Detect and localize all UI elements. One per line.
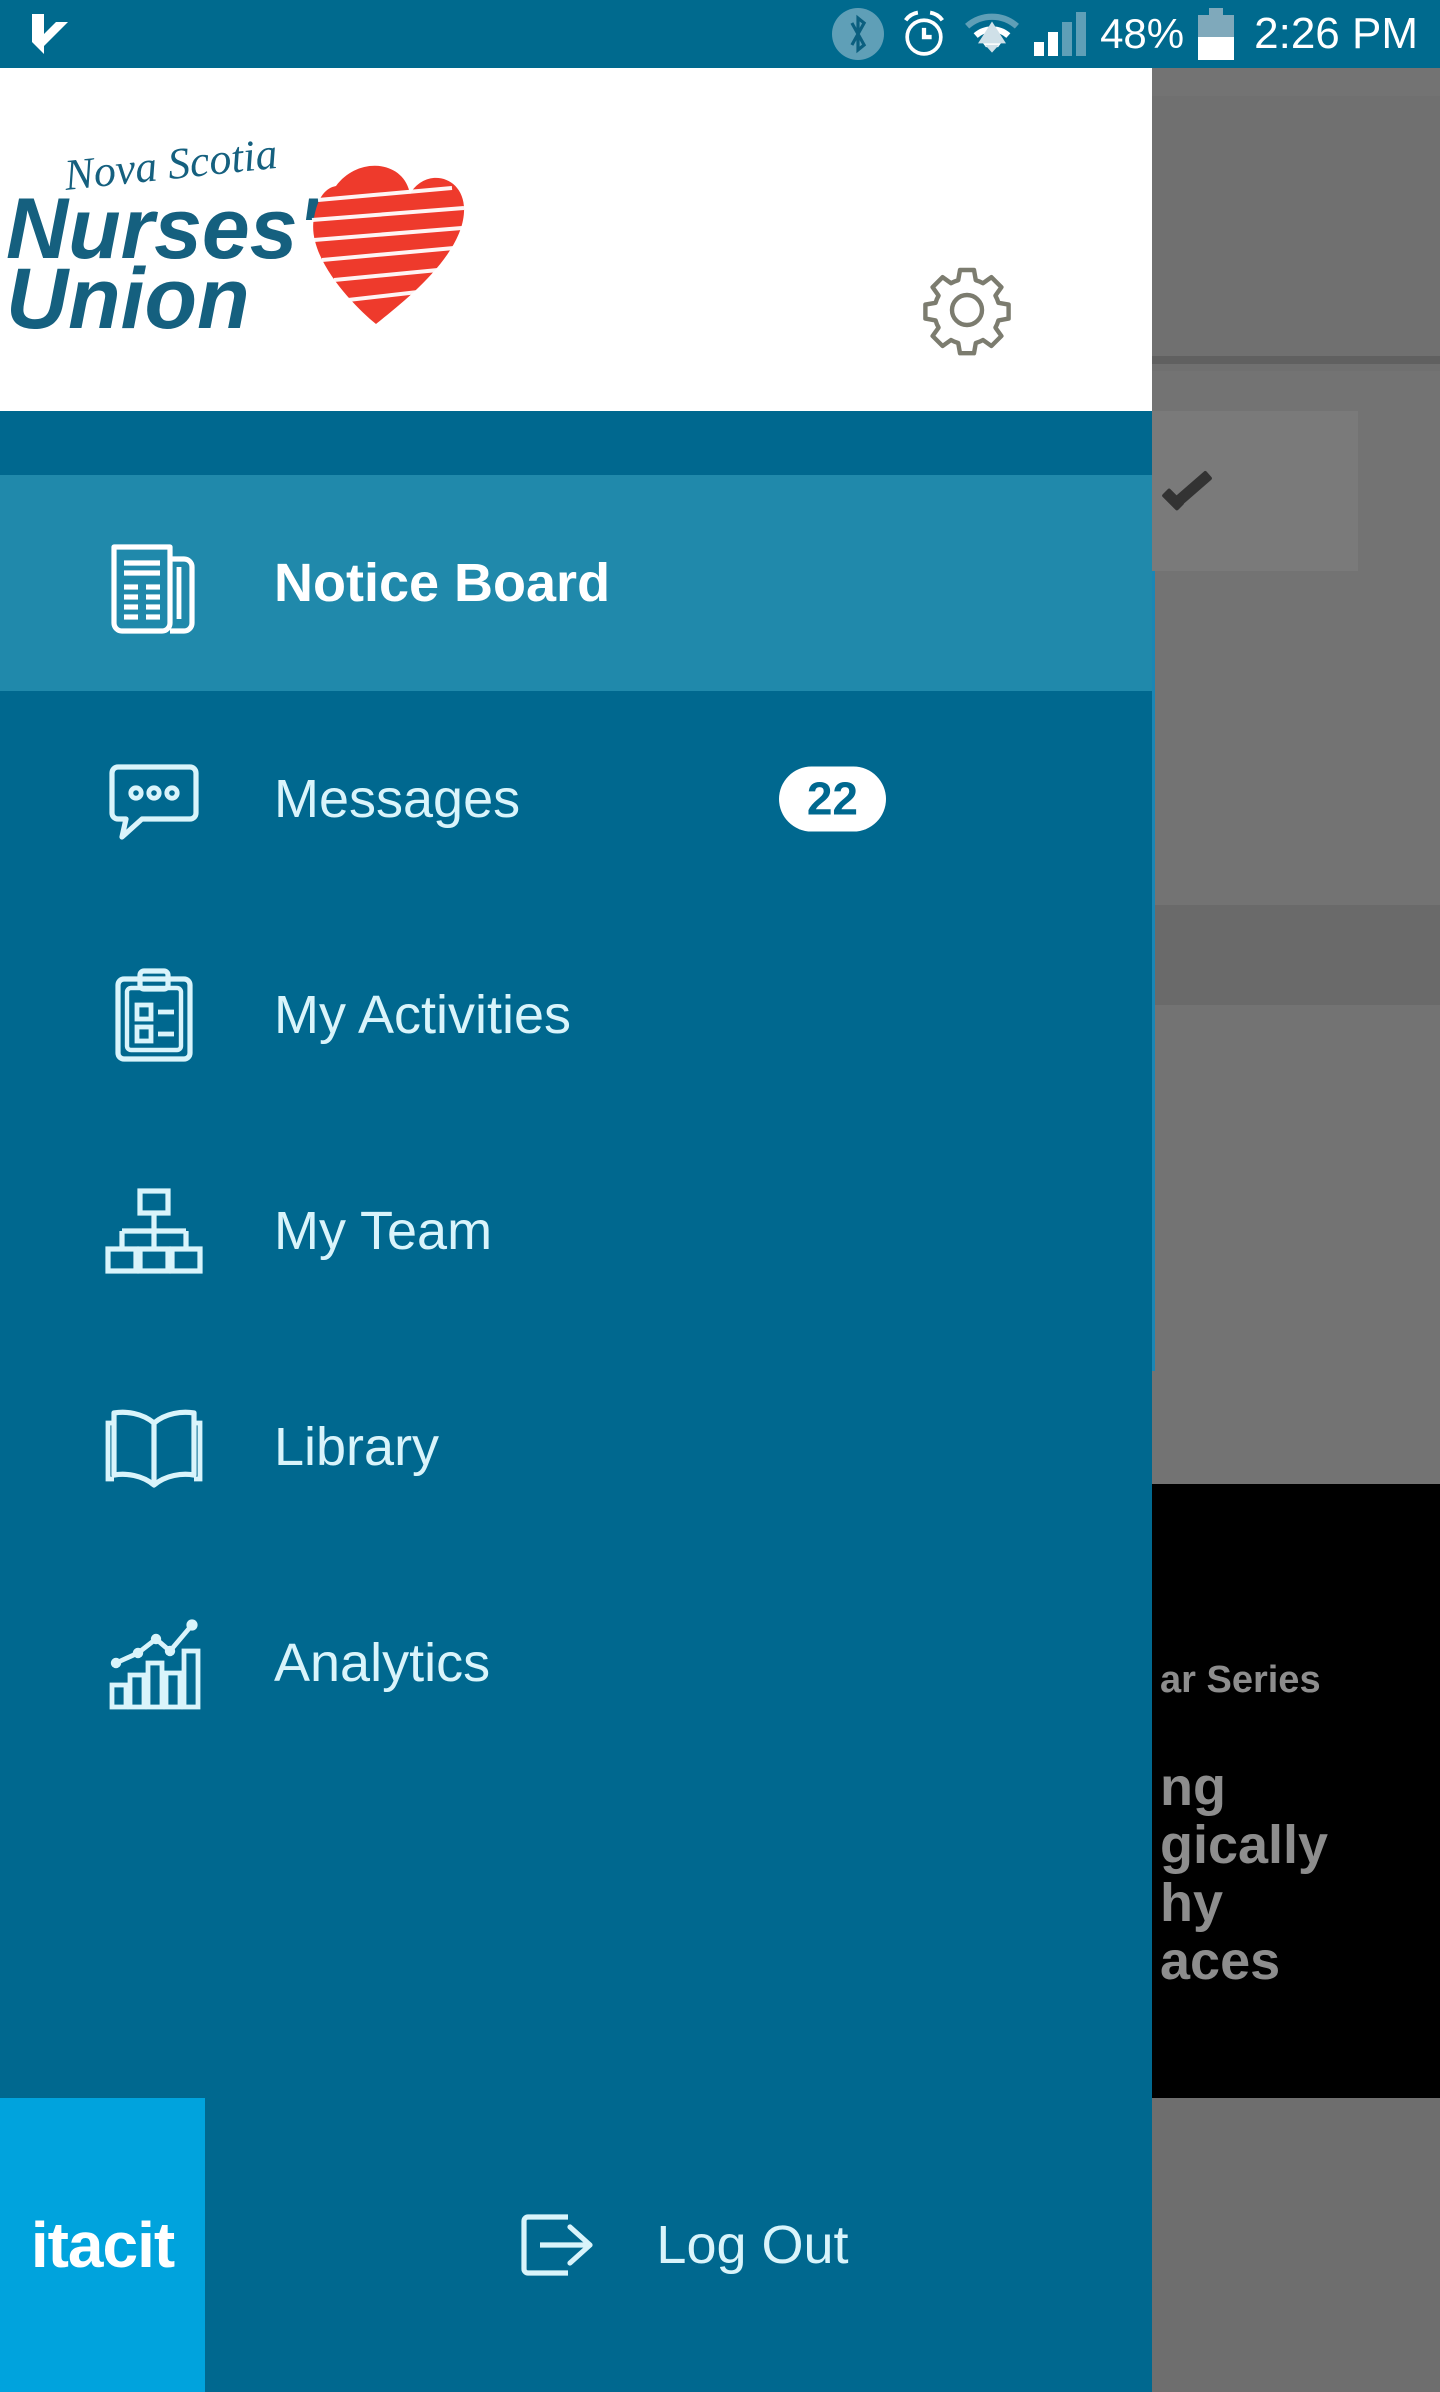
clock-label: 2:26 PM <box>1254 9 1418 58</box>
menu-item-label: Messages <box>274 769 521 829</box>
battery-icon <box>1198 8 1235 60</box>
menu-item-analytics[interactable]: Analytics <box>0 1555 1152 1771</box>
navigation-drawer: Nova Scotia Nurses' Union Notice Board M… <box>0 68 1152 2392</box>
background-card-line: ar Series <box>1160 1659 1321 1701</box>
menu-item-messages[interactable]: Messages 22 <box>0 691 1152 907</box>
background-card-line: ng <box>1160 1757 1226 1817</box>
status-icons: 48% 2:26 PM <box>832 8 1440 60</box>
phone-screen: ar Series ng gically hy aces 48% 2:26 PM… <box>0 0 1440 2392</box>
svg-text:Union: Union <box>6 251 250 338</box>
wifi-icon <box>964 11 1020 57</box>
bluetooth-icon <box>832 8 885 60</box>
gear-icon[interactable] <box>919 262 1015 358</box>
drawer-header: Nova Scotia Nurses' Union <box>0 68 1152 411</box>
bar-chart-trend-icon <box>100 1609 208 1717</box>
clipboard-checklist-icon <box>100 961 208 1069</box>
menu-item-label: Analytics <box>274 1633 491 1693</box>
background-notice-card[interactable]: ar Series ng gically hy aces <box>1152 1484 1440 2098</box>
cell-signal-icon <box>1034 12 1087 56</box>
open-book-icon <box>100 1393 208 1501</box>
itacit-checkmark-icon <box>30 12 70 56</box>
messages-unread-badge: 22 <box>778 766 886 832</box>
menu-item-label: Notice Board <box>274 553 611 613</box>
menu-item-label: My Activities <box>274 985 572 1045</box>
alarm-clock-icon <box>898 8 950 60</box>
nsnu-logo: Nova Scotia Nurses' Union <box>6 138 496 338</box>
drawer-top-strip <box>0 411 1152 475</box>
menu-item-library[interactable]: Library <box>0 1339 1152 1555</box>
org-chart-icon <box>100 1177 208 1285</box>
newspaper-icon <box>100 529 208 637</box>
checkmark-icon <box>1160 478 1218 518</box>
itacit-logo: itacit <box>0 2098 205 2392</box>
menu-item-label: My Team <box>274 1201 493 1261</box>
logout-button[interactable]: Log Out <box>205 2098 1152 2392</box>
drawer-footer: itacit Log Out <box>0 2098 1152 2392</box>
status-bar: 48% 2:26 PM <box>0 0 1440 68</box>
menu-item-notice-board[interactable]: Notice Board <box>0 475 1152 691</box>
exit-arrow-icon <box>508 2197 604 2293</box>
battery-percent-label: 48% <box>1100 10 1185 57</box>
itacit-logo-text: itacit <box>30 2209 175 2281</box>
drawer-menu: Notice Board Messages 22 My Activities M… <box>0 475 1152 1771</box>
background-card-line: aces <box>1160 1931 1281 1991</box>
menu-item-my-team[interactable]: My Team <box>0 1123 1152 1339</box>
menu-item-label: Library <box>274 1417 440 1477</box>
menu-item-my-activities[interactable]: My Activities <box>0 907 1152 1123</box>
background-card-line: hy <box>1160 1873 1224 1933</box>
logout-label: Log Out <box>656 2215 849 2275</box>
speech-bubble-icon <box>100 745 208 853</box>
background-card-line: gically <box>1160 1815 1329 1875</box>
